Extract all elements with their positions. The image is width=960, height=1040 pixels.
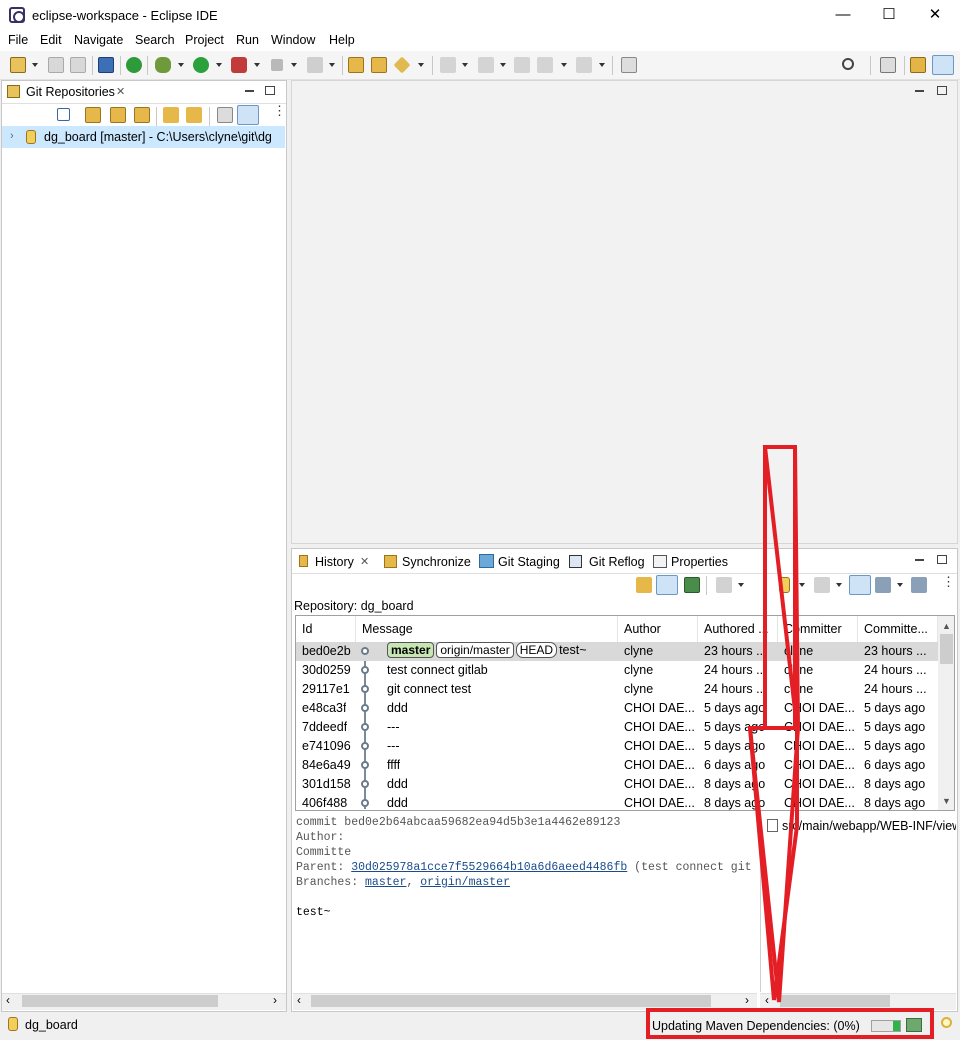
arrow-outline <box>747 445 799 1001</box>
annotation-highlight-box <box>646 1008 934 1039</box>
annotation-arrow <box>747 445 801 1003</box>
